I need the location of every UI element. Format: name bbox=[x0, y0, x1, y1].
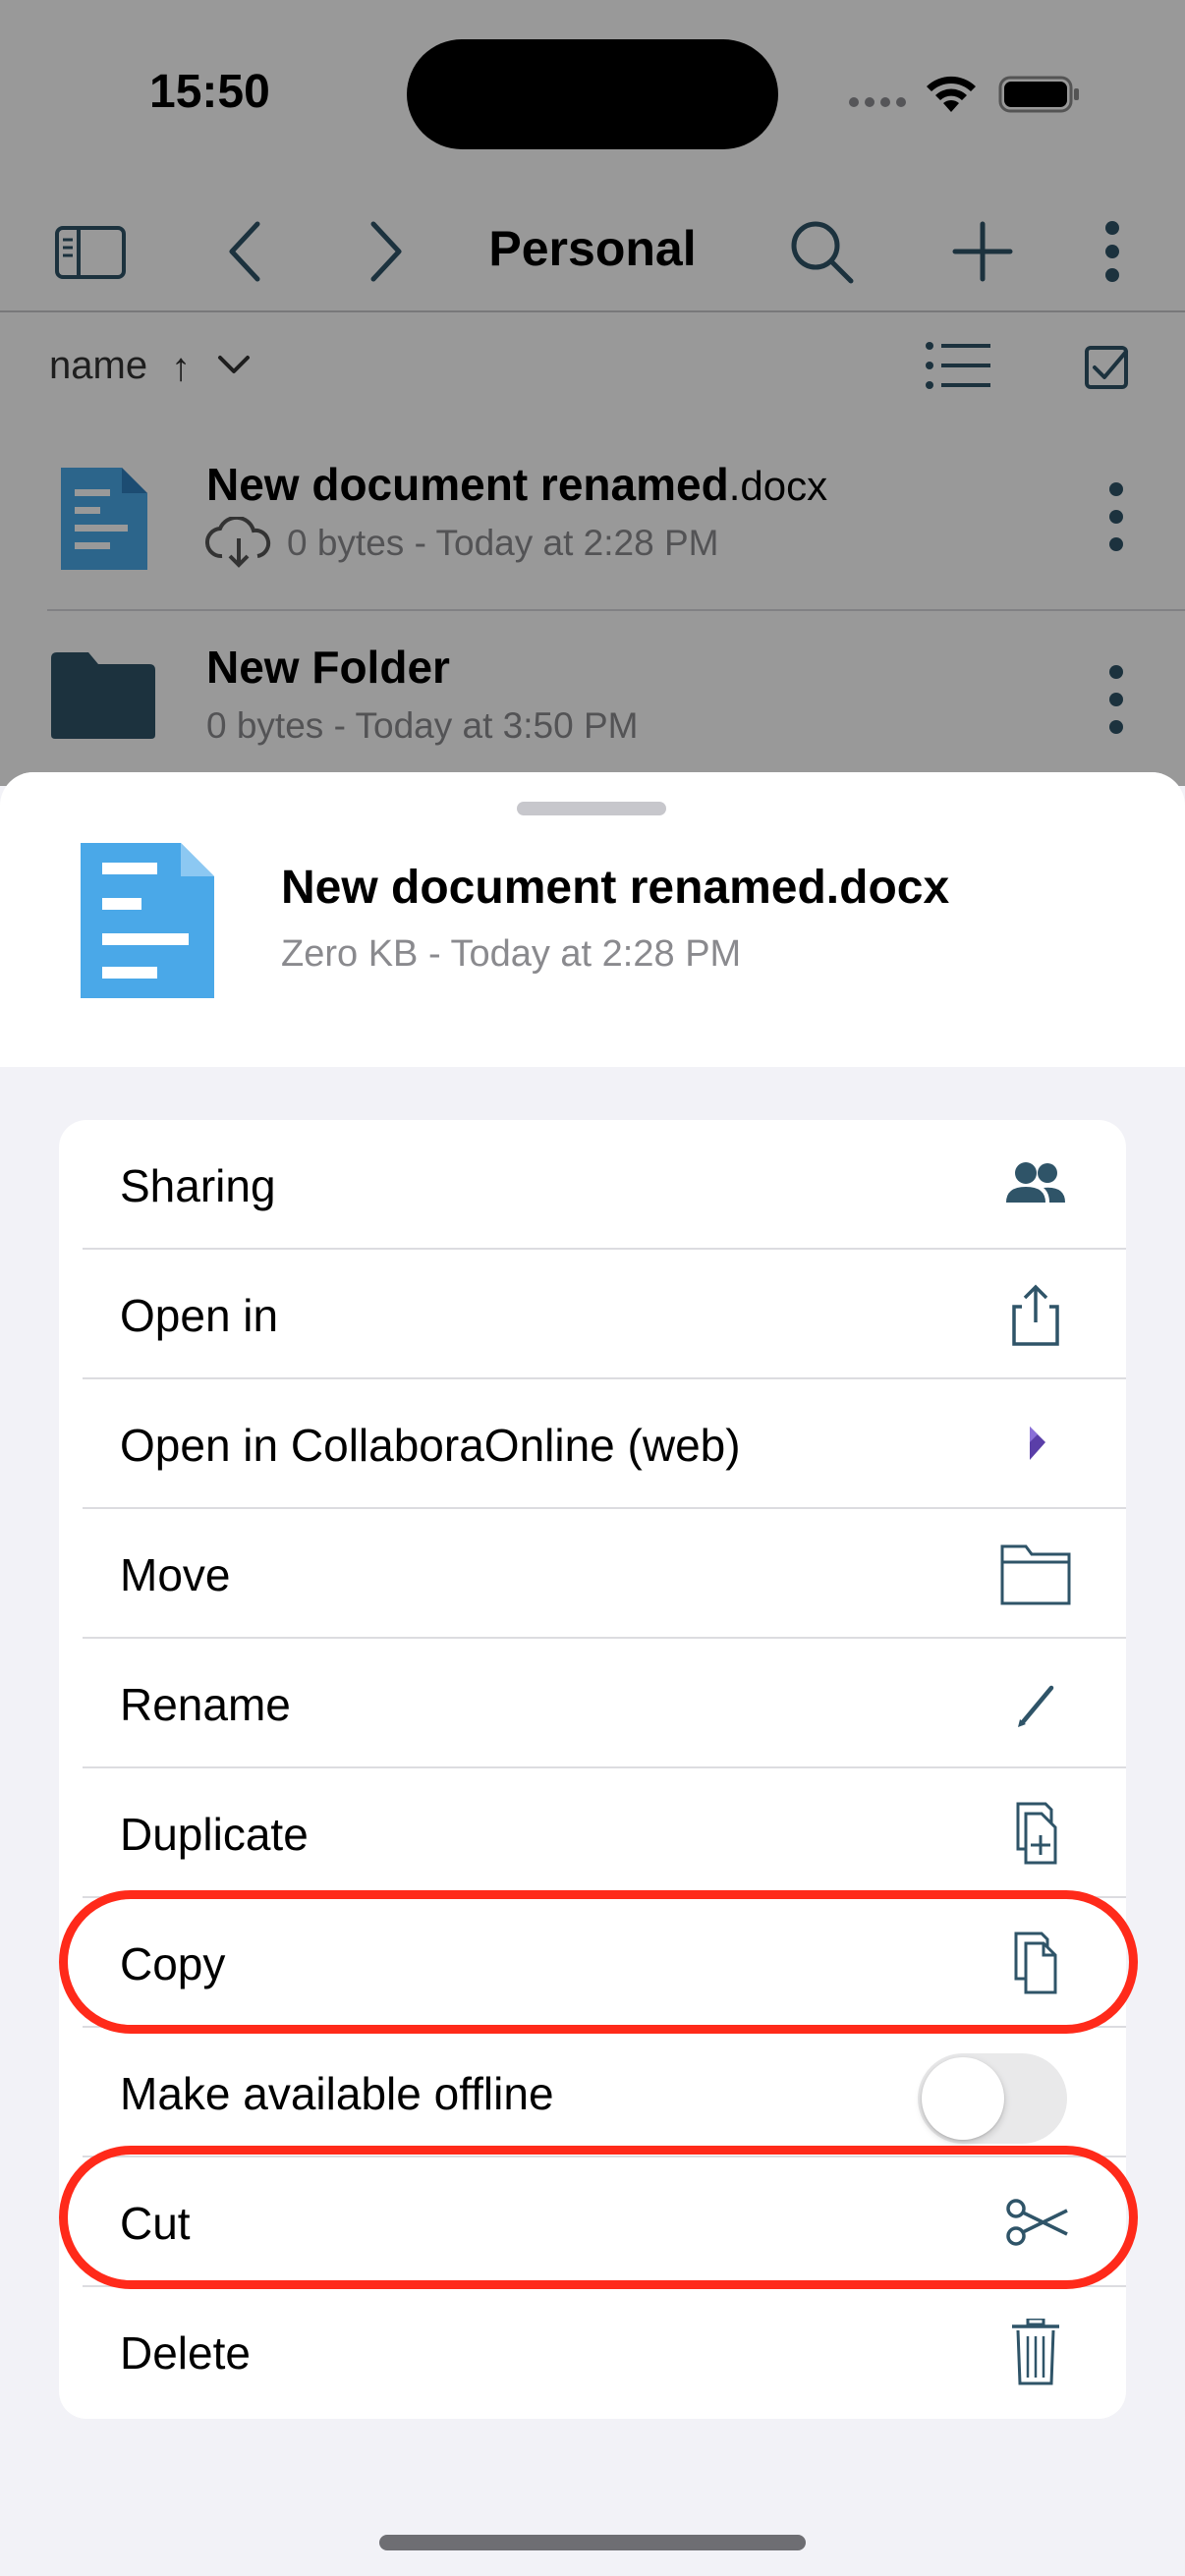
sheet-file-meta: Zero KB - Today at 2:28 PM bbox=[281, 933, 742, 975]
document-icon bbox=[81, 843, 214, 998]
sheet-grabber[interactable] bbox=[517, 802, 666, 815]
trash-icon bbox=[1012, 2319, 1059, 2385]
sheet-file-name: New document renamed.docx bbox=[281, 862, 950, 914]
folder-outline-icon bbox=[1000, 1544, 1071, 1605]
action-label: Sharing bbox=[120, 1160, 276, 1211]
toggle-knob bbox=[922, 2057, 1004, 2140]
actions-list: Sharing Open in Open in CollaboraOnline … bbox=[59, 1120, 1126, 2419]
action-label: Make available offline bbox=[120, 2068, 554, 2119]
action-open-in[interactable]: Open in bbox=[59, 1250, 1126, 1379]
sheet-header: New document renamed.docx Zero KB - Toda… bbox=[0, 772, 1185, 1067]
collabora-icon bbox=[1030, 1427, 1045, 1460]
scissors-icon bbox=[1006, 2199, 1068, 2246]
action-delete[interactable]: Delete bbox=[59, 2287, 1126, 2417]
action-label: Move bbox=[120, 1549, 231, 1600]
file-actions-sheet: New document renamed.docx Zero KB - Toda… bbox=[0, 772, 1185, 2576]
action-label: Duplicate bbox=[120, 1809, 309, 1860]
action-cut[interactable]: Cut bbox=[59, 2157, 1126, 2287]
action-open-in-collabora[interactable]: Open in CollaboraOnline (web) bbox=[59, 1379, 1126, 1509]
action-label: Cut bbox=[120, 2198, 191, 2249]
offline-toggle[interactable] bbox=[918, 2053, 1067, 2144]
copy-icon bbox=[1014, 1932, 1057, 1994]
action-label: Rename bbox=[120, 1679, 291, 1730]
action-label: Delete bbox=[120, 2327, 251, 2379]
duplicate-icon bbox=[1016, 1802, 1057, 1865]
action-duplicate[interactable]: Duplicate bbox=[59, 1768, 1126, 1898]
dim-overlay[interactable] bbox=[0, 0, 1185, 786]
action-copy[interactable]: Copy bbox=[59, 1898, 1126, 2028]
pencil-icon bbox=[1018, 1685, 1054, 1727]
share-icon bbox=[1012, 1284, 1059, 1346]
action-rename[interactable]: Rename bbox=[59, 1639, 1126, 1768]
action-label: Copy bbox=[120, 1938, 226, 1989]
people-icon bbox=[1006, 1162, 1065, 1203]
file-browser-screen: 15:50 Personal name ↑ New document renam… bbox=[0, 0, 1185, 786]
action-sharing[interactable]: Sharing bbox=[59, 1120, 1126, 1250]
action-label: Open in bbox=[120, 1290, 279, 1341]
action-move[interactable]: Move bbox=[59, 1509, 1126, 1639]
action-label: Open in CollaboraOnline (web) bbox=[120, 1420, 741, 1471]
action-make-available-offline: Make available offline bbox=[59, 2028, 1126, 2157]
home-indicator[interactable] bbox=[379, 2535, 806, 2550]
